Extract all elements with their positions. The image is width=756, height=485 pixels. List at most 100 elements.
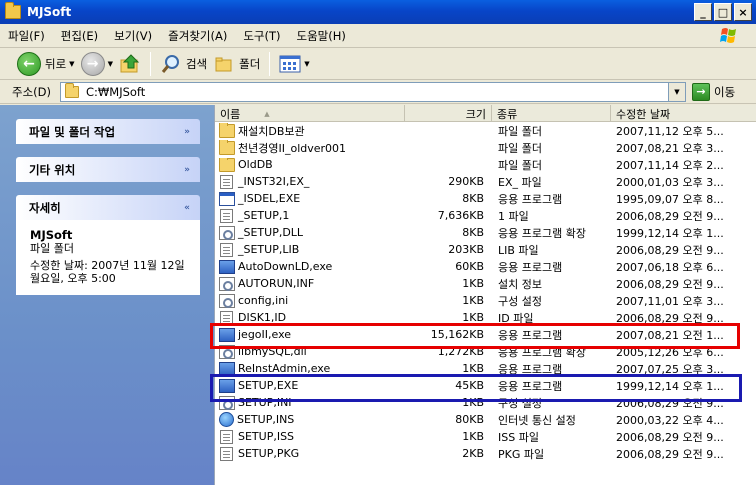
file-type: ISS 파일 xyxy=(498,430,539,444)
globe-icon xyxy=(219,412,234,427)
file-folder-tasks-header[interactable]: 파일 및 폴더 작업 » xyxy=(16,119,200,144)
file-name: OldDB xyxy=(238,158,273,171)
chevron-down-icon[interactable]: ▼ xyxy=(69,60,74,68)
detail-modified: 수정한 날짜: 2007년 11월 12일 월요일, 오후 5:00 xyxy=(30,259,185,285)
application-icon xyxy=(219,259,235,274)
document-icon xyxy=(220,310,233,325)
file-type: 응용 프로그램 xyxy=(498,362,563,376)
settings-file-icon xyxy=(219,344,235,359)
file-row[interactable]: SETUP,INI 1KB 구성 설정 2006,08,29 오전 9... xyxy=(215,394,756,411)
chevron-down-icon[interactable]: ▼ xyxy=(668,82,685,101)
file-modified: 2007,11,01 오후 3... xyxy=(616,294,724,308)
file-size: 15,162KB xyxy=(430,328,484,341)
expand-icon: » xyxy=(184,164,190,175)
menu-tools[interactable]: 도구(T) xyxy=(235,28,288,44)
windows-logo-icon xyxy=(720,28,736,43)
search-button[interactable]: 검색 xyxy=(157,51,210,77)
application-icon xyxy=(219,361,235,376)
other-places-header[interactable]: 기타 위치 » xyxy=(16,157,200,182)
details-header[interactable]: 자세히 « xyxy=(16,195,200,220)
file-row[interactable]: _ISDEL,EXE 8KB 응용 프로그램 1995,09,07 오후 8... xyxy=(215,190,756,207)
minimize-button[interactable]: _ xyxy=(694,3,712,21)
file-row[interactable]: SETUP,INS 80KB 인터넷 통신 설정 2000,03,22 오후 4... xyxy=(215,411,756,428)
file-modified: 1995,09,07 오후 8... xyxy=(616,192,724,206)
file-type: LIB 파일 xyxy=(498,243,539,257)
file-type: 인터넷 통신 설정 xyxy=(498,413,576,427)
collapse-icon: « xyxy=(184,202,190,213)
file-name: config,ini xyxy=(238,294,289,307)
file-rows: 재설치DB보관 파일 폴더 2007,11,12 오후 5... 천년경영II_old… xyxy=(215,122,756,462)
up-button[interactable] xyxy=(116,51,144,77)
menu-favorites[interactable]: 즐겨찾기(A) xyxy=(160,28,235,44)
menu-help[interactable]: 도움말(H) xyxy=(289,28,354,44)
maximize-button[interactable]: □ xyxy=(714,3,732,21)
file-row[interactable]: _SETUP,1 7,636KB 1 파일 2006,08,29 오전 9... xyxy=(215,207,756,224)
file-name: _SETUP,1 xyxy=(238,209,290,222)
file-modified: 2006,08,29 오전 9... xyxy=(616,311,724,325)
file-row[interactable]: 재설치DB보관 파일 폴더 2007,11,12 오후 5... xyxy=(215,122,756,139)
file-name: SETUP,EXE xyxy=(238,379,299,392)
search-label: 검색 xyxy=(185,56,208,71)
file-row[interactable]: SETUP,ISS 1KB ISS 파일 2006,08,29 오전 9... xyxy=(215,428,756,445)
file-size: 8KB xyxy=(462,226,484,239)
document-icon xyxy=(220,208,233,223)
go-arrow-icon: → xyxy=(692,82,710,101)
back-arrow-icon: ← xyxy=(17,51,41,76)
file-row[interactable]: libmySQL,dll 1,272KB 응용 프로그램 확장 2005,12,26 … xyxy=(215,343,756,360)
menu-view[interactable]: 보기(V) xyxy=(106,28,160,44)
file-row[interactable]: SETUP,EXE 45KB 응용 프로그램 1999,12,14 오후 1... xyxy=(215,377,756,394)
folder-up-icon xyxy=(120,53,140,72)
menu-edit[interactable]: 편집(E) xyxy=(53,28,106,44)
back-button[interactable]: ← 뒤로 ▼ xyxy=(14,51,78,77)
address-value: C:₩MJSoft xyxy=(86,84,146,99)
file-row[interactable]: OldDB 파일 폴더 2007,11,14 오후 2... xyxy=(215,156,756,173)
file-name-cell: _INST32I,EX_ xyxy=(215,174,400,189)
file-type: 파일 폴더 xyxy=(498,124,542,138)
file-size: 1,272KB xyxy=(437,345,484,358)
toolbar: ← 뒤로 ▼ → ▼ 검색 폴더 ▼ xyxy=(0,48,756,80)
file-row[interactable]: AUTORUN,INF 1KB 설치 정보 2006,08,29 오전 9... xyxy=(215,275,756,292)
file-row[interactable]: ReInstAdmin,exe 1KB 응용 프로그램 2007,07,25 오후 3… xyxy=(215,360,756,377)
file-name: AUTORUN,INF xyxy=(238,277,315,290)
forward-button[interactable]: → ▼ xyxy=(78,51,116,77)
file-row[interactable]: AutoDownLD,exe 60KB 응용 프로그램 2007,06,18 오후 6… xyxy=(215,258,756,275)
column-type[interactable]: 종류 xyxy=(492,105,611,122)
file-row[interactable]: 천년경영II_oldver001 파일 폴더 2007,08,21 오후 3... xyxy=(215,139,756,156)
other-places-panel: 기타 위치 » xyxy=(16,157,200,182)
address-input[interactable]: C:₩MJSoft ▼ xyxy=(60,81,686,102)
column-name[interactable]: 이름 ▲ xyxy=(215,105,405,122)
chevron-down-icon[interactable]: ▼ xyxy=(108,60,113,68)
file-row[interactable]: config,ini 1KB 구성 설정 2007,11,01 오후 3... xyxy=(215,292,756,309)
go-button[interactable]: → 이동 xyxy=(692,82,735,101)
detail-type: 파일 폴더 xyxy=(30,242,74,255)
detail-name: MJSoft xyxy=(30,228,73,242)
file-name: SETUP,INS xyxy=(237,413,295,426)
file-row[interactable]: _SETUP,LIB 203KB LIB 파일 2006,08,29 오전 9... xyxy=(215,241,756,258)
file-row[interactable]: _INST32I,EX_ 290KB EX_ 파일 2000,01,03 오후 3..… xyxy=(215,173,756,190)
panel-title: 자세히 xyxy=(29,200,61,215)
column-modified-label: 수정한 날짜 xyxy=(616,107,671,121)
file-row[interactable]: _SETUP,DLL 8KB 응용 프로그램 확장 1999,12,14 오후 1..… xyxy=(215,224,756,241)
file-name-cell: libmySQL,dll xyxy=(215,344,400,359)
document-icon xyxy=(220,174,233,189)
folders-button[interactable]: 폴더 xyxy=(210,51,263,77)
file-size: 80KB xyxy=(455,413,484,426)
views-button[interactable]: ▼ xyxy=(276,51,312,77)
close-button[interactable]: × xyxy=(734,3,752,21)
file-size: 1KB xyxy=(462,311,484,324)
file-name: _SETUP,LIB xyxy=(238,243,300,256)
column-size[interactable]: 크기 xyxy=(405,105,492,122)
toolbar-separator xyxy=(149,51,151,76)
sort-arrow-icon: ▲ xyxy=(264,109,270,118)
file-name: 천년경영II_oldver001 xyxy=(238,141,347,155)
file-size: 60KB xyxy=(455,260,484,273)
file-name-cell: _SETUP,LIB xyxy=(215,242,400,257)
file-size: 7,636KB xyxy=(437,209,484,222)
file-row[interactable]: SETUP,PKG 2KB PKG 파일 2006,08,29 오전 9... xyxy=(215,445,756,462)
column-modified[interactable]: 수정한 날짜 xyxy=(611,105,756,122)
chevron-down-icon[interactable]: ▼ xyxy=(304,60,309,68)
menu-file[interactable]: 파일(F) xyxy=(0,28,53,44)
file-type: 설치 정보 xyxy=(498,277,542,291)
file-row[interactable]: DISK1,ID 1KB ID 파일 2006,08,29 오전 9... xyxy=(215,309,756,326)
file-row[interactable]: jegoII,exe 15,162KB 응용 프로그램 2007,08,21 오전 1… xyxy=(215,326,756,343)
